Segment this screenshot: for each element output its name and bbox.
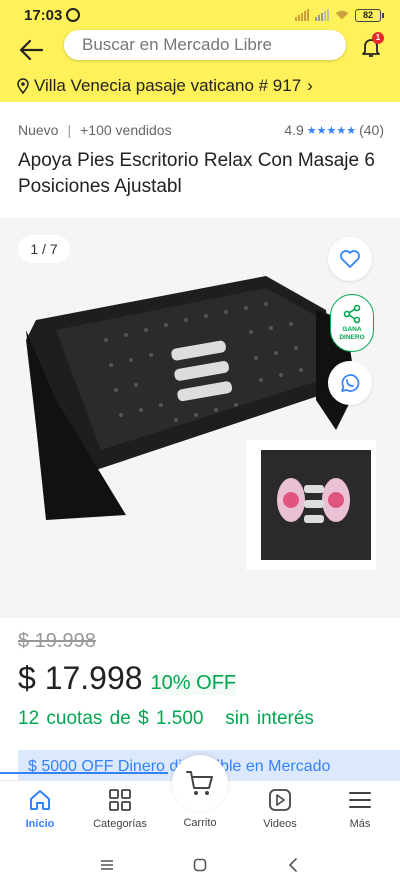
system-nav-bar	[0, 840, 400, 889]
signal-icon	[295, 9, 309, 21]
meta-separator: |	[67, 122, 72, 138]
product-condition: Nuevo	[18, 122, 59, 138]
recent-apps-icon	[100, 859, 113, 870]
alarm-icon	[66, 8, 81, 22]
whatsapp-icon	[341, 374, 360, 392]
gallery-counter: 1 / 7	[18, 235, 70, 263]
nav-label-inicio: Inicio	[25, 818, 55, 830]
nav-label-carrito: Carrito	[183, 817, 217, 829]
cart-icon	[186, 771, 213, 795]
current-price: $ 17.998	[18, 660, 143, 696]
header: Buscar en Mercado Libre 1	[0, 30, 400, 70]
address-text: Villa Venecia pasaje vaticano # 917	[34, 76, 302, 95]
status-bar: 17:03 82	[0, 0, 400, 30]
nav-item-inicio[interactable]: Inicio	[5, 781, 75, 841]
home-icon	[30, 790, 50, 810]
share-label: GANA DINERO	[339, 326, 365, 341]
rating-value: 4.9	[284, 122, 304, 138]
notifications-button[interactable]: 1	[356, 32, 386, 62]
video-play-icon	[269, 789, 291, 811]
original-price: $ 19.998	[18, 630, 96, 652]
back-button[interactable]	[11, 30, 51, 70]
chevron-right-icon: ›	[307, 76, 313, 95]
discount-badge: 10% OFF	[150, 672, 237, 695]
menu-icon	[349, 792, 371, 808]
status-icons: 82	[295, 8, 384, 22]
cart-button[interactable]	[172, 755, 228, 811]
back-arrow-icon	[19, 39, 44, 61]
nav-item-categorias[interactable]: Categorías	[85, 781, 155, 841]
bottom-nav: Inicio Categorías Carrito Videos Más	[0, 755, 400, 841]
rating-summary[interactable]: 4.9 ★★★★★ (40)	[284, 122, 384, 138]
installments-text: 12 cuotas de $ 1.500 sin interés	[18, 708, 314, 729]
status-time: 17:03	[24, 6, 63, 24]
favorite-button[interactable]	[328, 237, 372, 281]
battery-level: 82	[355, 8, 381, 22]
battery-icon: 82	[355, 8, 384, 22]
recent-apps-button[interactable]	[95, 853, 119, 877]
product-meta: Nuevo | +100 vendidos 4.9 ★★★★★ (40)	[18, 120, 384, 140]
product-title: Apoya Pies Escritorio Relax Con Masaje 6…	[18, 150, 375, 197]
home-square-icon	[193, 858, 207, 871]
signal-2-icon	[315, 9, 329, 21]
back-system-button[interactable]	[281, 853, 305, 877]
stars-icon: ★★★★★	[306, 124, 357, 137]
address-bar[interactable]: Villa Venecia pasaje vaticano # 917 ›	[0, 70, 400, 102]
heart-icon	[340, 250, 360, 268]
notification-badge: 1	[372, 32, 384, 44]
nav-label-videos: Videos	[263, 818, 297, 830]
grid-icon	[109, 789, 131, 811]
back-chevron-icon	[289, 857, 298, 872]
search-input[interactable]: Buscar en Mercado Libre	[64, 30, 346, 60]
sold-count: +100 vendidos	[80, 122, 172, 138]
tab-indicator	[0, 772, 168, 774]
product-image[interactable]	[16, 270, 376, 570]
price-row: $ 17.998 10% OFF	[18, 660, 237, 697]
nav-label-categorias: Categorías	[93, 818, 147, 830]
home-system-button[interactable]	[188, 853, 212, 877]
review-count: (40)	[359, 122, 384, 138]
share-earn-button[interactable]: GANA DINERO	[330, 294, 374, 352]
image-gallery[interactable]: 1 / 7 GANA DINERO	[0, 218, 400, 618]
nav-label-mas: Más	[349, 818, 371, 830]
nav-item-videos[interactable]: Videos	[245, 781, 315, 841]
nav-item-mas[interactable]: Más	[325, 781, 395, 841]
wifi-icon	[335, 10, 349, 20]
location-pin-icon	[17, 78, 29, 94]
share-icon	[343, 304, 361, 324]
whatsapp-share-button[interactable]	[328, 361, 372, 405]
